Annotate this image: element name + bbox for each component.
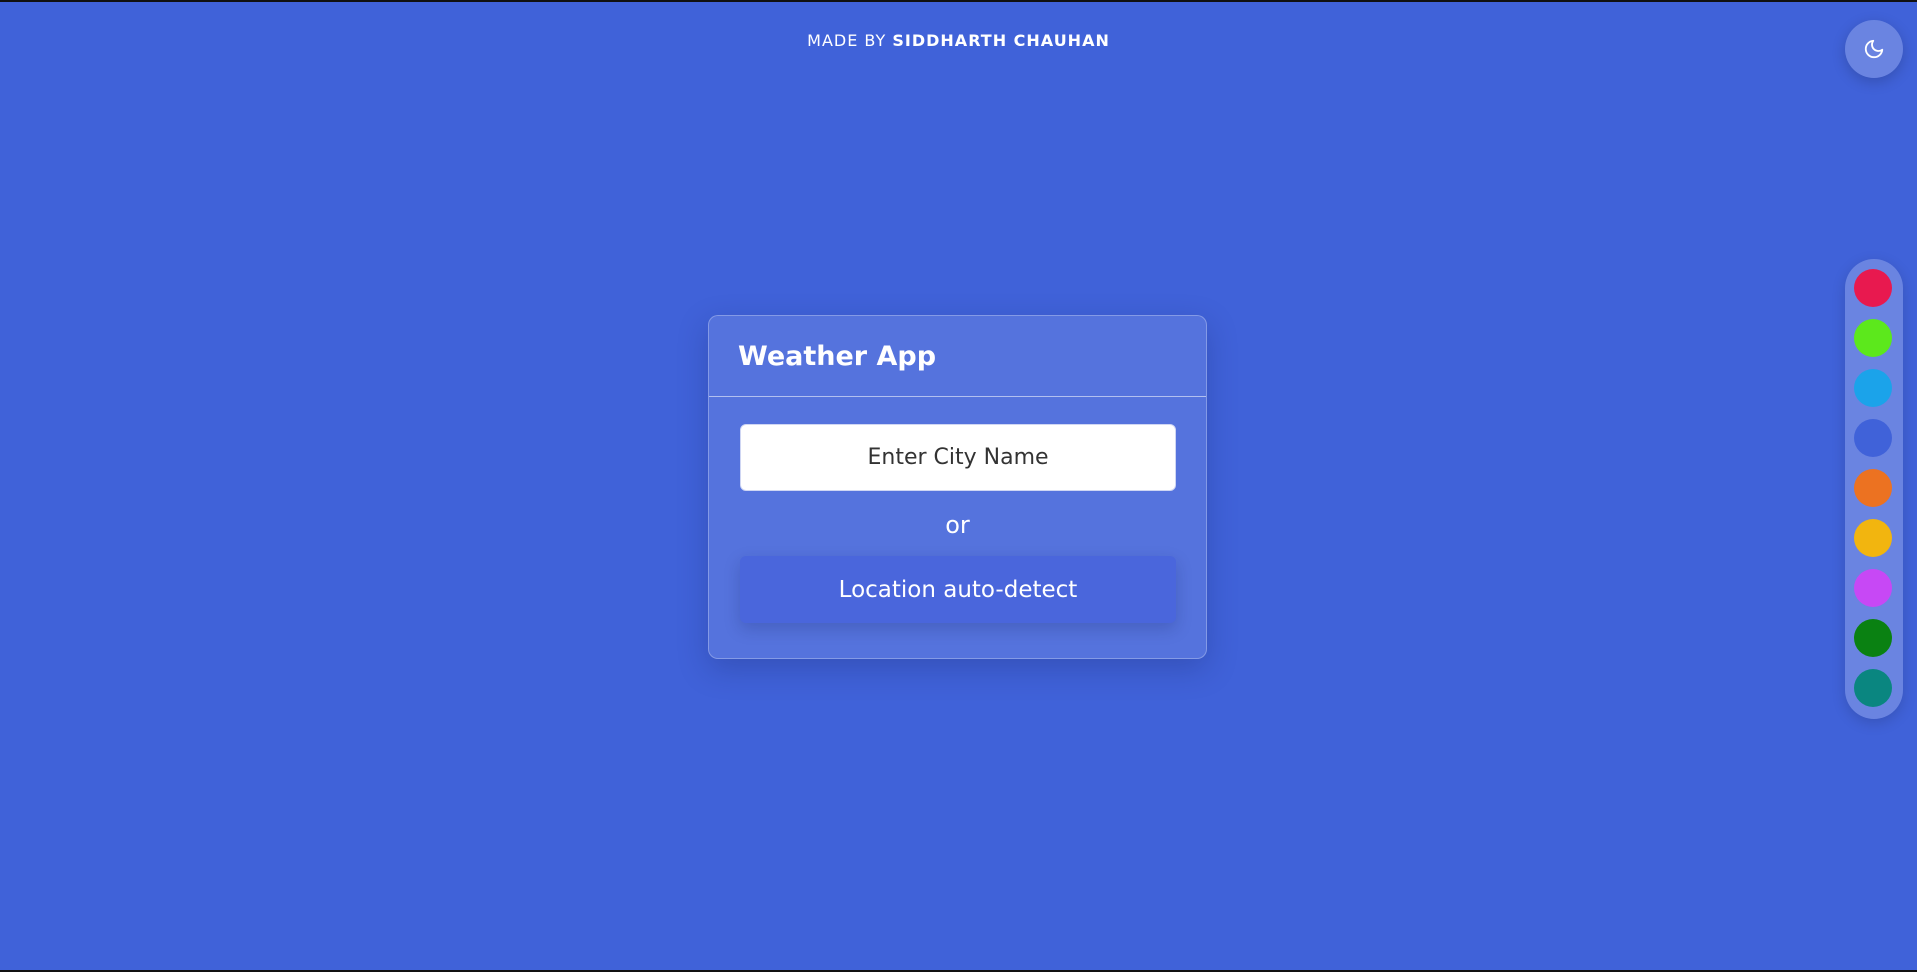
color-swatch[interactable] (1854, 619, 1892, 657)
card-header: Weather App (709, 316, 1206, 397)
color-palette (1845, 259, 1903, 719)
theme-toggle-button[interactable] (1845, 20, 1903, 78)
location-auto-detect-button[interactable]: Location auto-detect (740, 556, 1176, 623)
color-swatch[interactable] (1854, 319, 1892, 357)
or-separator: or (945, 511, 970, 539)
moon-icon (1864, 39, 1884, 59)
city-name-input[interactable] (740, 424, 1176, 491)
color-swatch[interactable] (1854, 269, 1892, 307)
color-swatch[interactable] (1854, 519, 1892, 557)
color-swatch[interactable] (1854, 569, 1892, 607)
color-swatch[interactable] (1854, 469, 1892, 507)
credit-author: SIDDHARTH CHAUHAN (892, 31, 1110, 50)
app-background: MADE BY SIDDHARTH CHAUHAN Weather App or… (0, 2, 1917, 970)
color-swatch[interactable] (1854, 369, 1892, 407)
credit-prefix: MADE BY (807, 31, 893, 50)
color-swatch[interactable] (1854, 419, 1892, 457)
color-swatch[interactable] (1854, 669, 1892, 707)
credit-text: MADE BY SIDDHARTH CHAUHAN (0, 31, 1917, 50)
weather-card: Weather App or Location auto-detect (708, 315, 1207, 659)
card-title: Weather App (738, 340, 937, 372)
